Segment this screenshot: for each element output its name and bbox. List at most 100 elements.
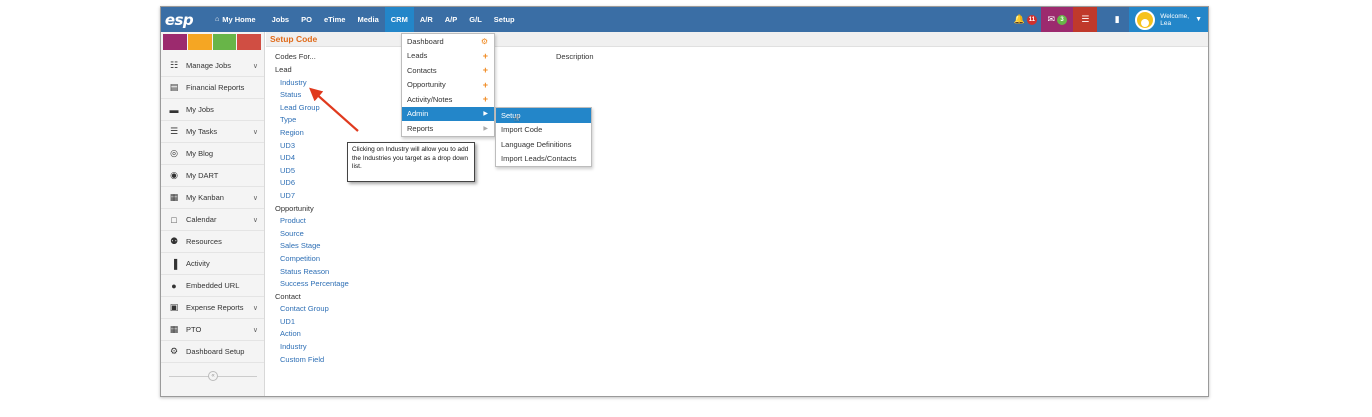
users-icon: ⚉	[169, 236, 179, 246]
menu-item-label: Activity/Notes	[407, 94, 453, 104]
sidebar-item-pto[interactable]: ▦ PTO ∨	[161, 319, 264, 341]
folder-icon: ▬	[169, 104, 179, 115]
swatch-purple[interactable]	[163, 34, 187, 50]
admin-menu-import-leads-contacts[interactable]: Import Leads/Contacts	[496, 152, 591, 167]
crm-menu-dashboard[interactable]: Dashboard ⚙	[402, 34, 494, 49]
code-link-competition[interactable]: Competition	[275, 253, 349, 266]
code-link-ud7[interactable]: UD7	[275, 190, 349, 203]
crm-menu-contacts[interactable]: Contacts +	[402, 63, 494, 78]
book-button[interactable]: ▮	[1105, 7, 1130, 32]
avatar	[1135, 9, 1156, 30]
plus-icon[interactable]: +	[483, 51, 488, 61]
code-link-industry[interactable]: Industry	[275, 341, 349, 354]
sidebar-item-my-dart[interactable]: ◉ My DART	[161, 165, 264, 187]
sidebar-item-embedded-url[interactable]: ● Embedded URL	[161, 275, 264, 297]
code-link-ud1[interactable]: UD1	[275, 316, 349, 329]
notifications-button[interactable]: 🔔 11	[1009, 7, 1042, 32]
code-link-status-reason[interactable]: Status Reason	[275, 266, 349, 279]
chevron-down-icon: ∨	[252, 194, 258, 202]
nav-jobs[interactable]: Jobs	[266, 7, 296, 32]
sidebar-item-label: My Tasks	[186, 127, 218, 136]
money-icon: ▣	[169, 302, 179, 312]
swatch-green[interactable]	[212, 34, 237, 50]
chevron-down-icon: ∨	[252, 128, 258, 136]
nav-etime[interactable]: eTime	[318, 7, 352, 32]
crm-menu-reports[interactable]: Reports ▶	[402, 121, 494, 136]
code-link-lead-group[interactable]: Lead Group	[275, 102, 349, 115]
nav-ar[interactable]: A/R	[414, 7, 439, 32]
sidebar-item-activity[interactable]: ▐ Activity	[161, 253, 264, 275]
caret-down-icon: ▼	[1195, 16, 1202, 23]
nav-ap[interactable]: A/P	[439, 7, 464, 32]
sidebar-item-my-tasks[interactable]: ☰ My Tasks ∨	[161, 121, 264, 143]
sidebar-item-dashboard-setup[interactable]: ⚙ Dashboard Setup	[161, 341, 264, 363]
user-menu[interactable]: Welcome, Lea ▼	[1129, 7, 1208, 32]
codes-for-header: Codes For...	[275, 52, 316, 61]
nav-gl[interactable]: G/L	[463, 7, 488, 32]
kanban-icon: ▦	[169, 192, 179, 202]
code-link-ud5[interactable]: UD5	[275, 165, 349, 178]
code-link-product[interactable]: Product	[275, 215, 349, 228]
nav-crm[interactable]: CRM	[384, 7, 414, 32]
esp-logo[interactable]: esp	[161, 7, 197, 32]
sidebar-item-manage-jobs[interactable]: ☷ Manage Jobs ∨	[161, 55, 264, 77]
code-link-sales-stage[interactable]: Sales Stage	[275, 240, 349, 253]
nav-my-home[interactable]: ⌂ My Home	[209, 7, 266, 32]
code-link-status[interactable]: Status	[275, 89, 349, 102]
code-link-region[interactable]: Region	[275, 127, 349, 140]
crm-menu-admin[interactable]: Admin ▶	[402, 106, 494, 121]
admin-menu-setup[interactable]: Setup	[496, 108, 591, 123]
code-link-ud3[interactable]: UD3	[275, 140, 349, 153]
sidebar-item-resources[interactable]: ⚉ Resources	[161, 231, 264, 253]
menu-item-label: Opportunity	[407, 80, 446, 90]
database-button[interactable]: ☰	[1073, 7, 1098, 32]
app-window: esp ⌂ My Home Jobs PO eTime Media CRM A/…	[160, 6, 1209, 397]
code-link-action[interactable]: Action	[275, 328, 349, 341]
sidebar-item-expense-reports[interactable]: ▣ Expense Reports ∨	[161, 297, 264, 319]
sidebar-item-financial-reports[interactable]: ▤ Financial Reports	[161, 77, 264, 99]
sidebar-item-label: My Kanban	[186, 193, 224, 202]
calendar-icon: □	[171, 214, 177, 225]
home-icon: ⌂	[215, 16, 220, 23]
sitemap-icon: ☷	[169, 60, 179, 70]
code-link-contact-group[interactable]: Contact Group	[275, 303, 349, 316]
sidebar-item-my-jobs[interactable]: ▬ My Jobs	[161, 99, 264, 121]
code-link-ud4[interactable]: UD4	[275, 152, 349, 165]
code-link-success-percentage[interactable]: Success Percentage	[275, 278, 349, 291]
swatch-orange[interactable]	[187, 34, 212, 50]
gear-icon: ⚙	[480, 36, 488, 46]
nav-po[interactable]: PO	[295, 7, 318, 32]
code-link-source[interactable]: Source	[275, 228, 349, 241]
chevron-down-icon: ∨	[252, 216, 258, 224]
sidebar-item-label: Activity	[186, 259, 210, 268]
messages-badge: 3	[1057, 14, 1068, 25]
crm-menu-leads[interactable]: Leads +	[402, 49, 494, 64]
admin-menu-import-code[interactable]: Import Code	[496, 123, 591, 138]
code-link-type[interactable]: Type	[275, 114, 349, 127]
swatch-red[interactable]	[237, 34, 261, 50]
code-link-industry[interactable]: Industry	[275, 77, 349, 90]
crm-menu-activity-notes[interactable]: Activity/Notes +	[402, 92, 494, 107]
sidebar-item-my-kanban[interactable]: ▦ My Kanban ∨	[161, 187, 264, 209]
messages-button[interactable]: ✉ 3	[1041, 7, 1074, 32]
sidebar-item-my-blog[interactable]: ◎ My Blog	[161, 143, 264, 165]
code-group-opportunity: Opportunity	[275, 203, 314, 213]
menu-item-label: Contacts	[407, 65, 437, 75]
admin-menu-language-definitions[interactable]: Language Definitions	[496, 137, 591, 152]
bell-icon: 🔔	[1013, 14, 1025, 24]
plus-icon[interactable]: +	[483, 65, 488, 75]
code-group-contact: Contact	[275, 291, 301, 301]
crm-menu-opportunity[interactable]: Opportunity +	[402, 78, 494, 93]
plus-icon[interactable]: +	[483, 80, 488, 90]
nav-media[interactable]: Media	[351, 7, 384, 32]
code-group-lead: Lead	[275, 65, 292, 74]
report-icon: ▤	[169, 82, 179, 92]
collapse-sidebar-button[interactable]: «	[208, 371, 218, 381]
code-link-ud6[interactable]: UD6	[275, 177, 349, 190]
plus-icon[interactable]: +	[483, 94, 488, 104]
description-header: Description	[556, 52, 594, 61]
sidebar-item-calendar[interactable]: □ Calendar ∨	[161, 209, 264, 231]
sidebar-item-label: Expense Reports	[186, 303, 244, 312]
code-link-custom-field[interactable]: Custom Field	[275, 354, 349, 367]
nav-setup[interactable]: Setup	[488, 7, 521, 32]
